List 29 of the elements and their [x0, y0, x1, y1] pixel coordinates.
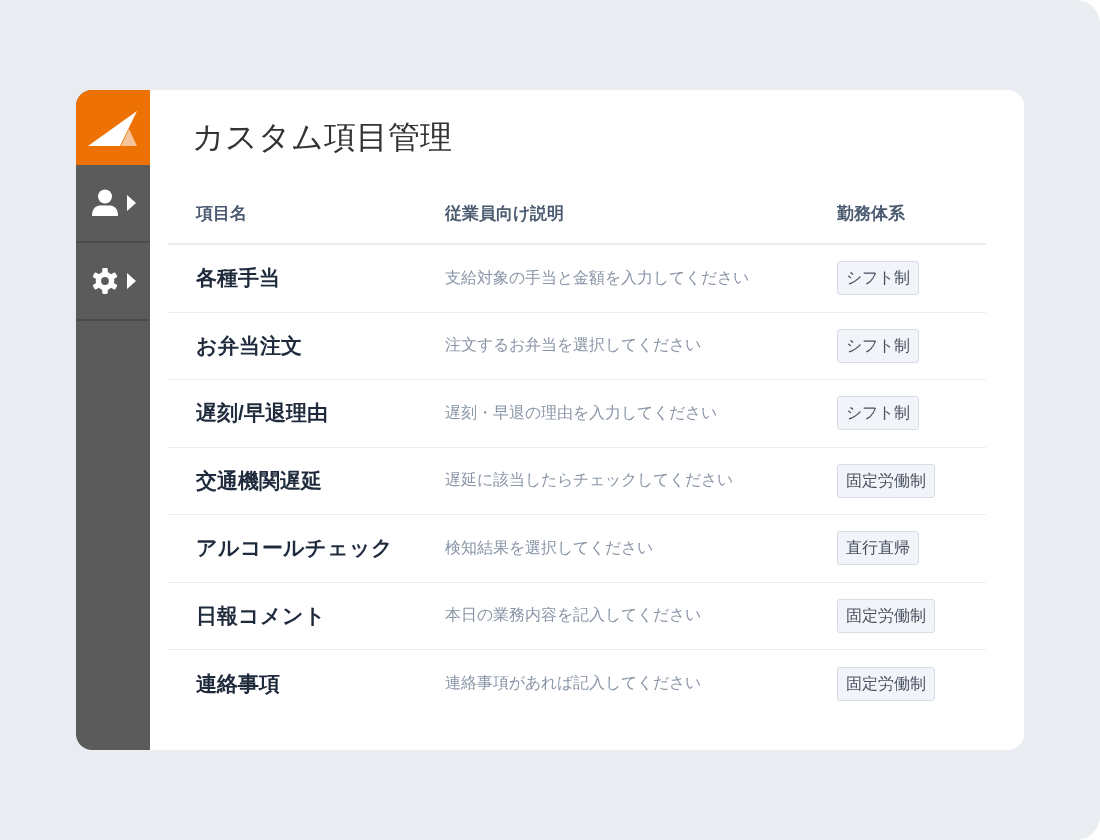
- work-system-tag: 固定労働制: [837, 463, 935, 498]
- item-name: 遅刻/早退理由: [196, 400, 328, 427]
- item-description: 遅刻・早退の理由を入力してください: [445, 402, 717, 423]
- column-header: 勤務体系: [837, 203, 905, 225]
- item-name: お弁当注文: [196, 332, 302, 359]
- item-name: アルコールチェック: [196, 535, 393, 562]
- work-system-tag: 固定労働制: [837, 666, 935, 701]
- work-system-tag: シフト制: [837, 328, 919, 363]
- item-description: 注文するお弁当を選択してください: [445, 335, 701, 356]
- item-description: 検知結果を選択してください: [445, 537, 653, 558]
- column-header: 従業員向け説明: [445, 203, 564, 225]
- work-system-tag: 固定労働制: [837, 598, 935, 633]
- item-name: 各種手当: [196, 265, 280, 292]
- person-icon: [92, 189, 118, 217]
- item-name: 連絡事項: [196, 670, 280, 697]
- work-system-tag: 直行直帰: [837, 531, 919, 566]
- caret-icon: [127, 195, 136, 211]
- page-title: カスタム項目管理: [192, 118, 453, 157]
- item-name: 日報コメント: [196, 602, 326, 629]
- work-system-tag: シフト制: [837, 396, 919, 431]
- work-system-tag: シフト制: [837, 261, 919, 296]
- caret-icon: [127, 273, 136, 289]
- item-name: 交通機関遅延: [196, 467, 322, 494]
- item-description: 本日の業務内容を記入してください: [445, 605, 701, 626]
- column-header: 項目名: [196, 203, 247, 225]
- gear-icon: [92, 267, 118, 295]
- item-description: 遅延に該当したらチェックしてください: [445, 470, 733, 491]
- item-description: 支給対象の手当と金額を入力してください: [445, 267, 749, 288]
- item-description: 連絡事項があれば記入してください: [445, 673, 701, 694]
